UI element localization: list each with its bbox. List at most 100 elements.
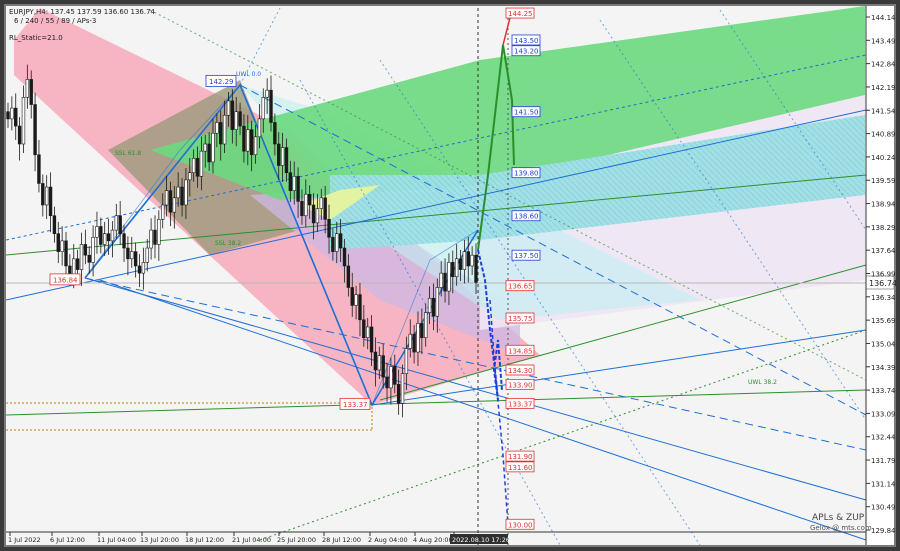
candle-body: [257, 118, 262, 138]
candle-body: [269, 89, 273, 123]
candle-body: [474, 254, 478, 283]
red-level-label: 135.75: [508, 315, 533, 323]
price-tick-label: 135.69: [871, 317, 896, 325]
candle-body: [350, 287, 354, 306]
price-tick-label: 136.34: [871, 294, 896, 302]
time-tick-label: 4 Aug 20:00: [413, 536, 453, 544]
candle-body: [161, 204, 165, 220]
candle-body: [226, 100, 231, 116]
candle-body: [346, 265, 351, 288]
price-tick-label: 138.29: [871, 224, 896, 232]
candle-body: [400, 373, 405, 404]
candle-body: [126, 247, 130, 260]
candle-body: [48, 186, 53, 217]
candle-body: [64, 240, 68, 267]
candle-body: [17, 125, 22, 145]
time-tick-label: 11 Jul 04:00: [97, 536, 136, 544]
candle-body: [273, 122, 277, 145]
pivot-label: 136.84: [53, 276, 78, 284]
candle-body: [41, 183, 45, 206]
price-tick-label: 131.14: [871, 480, 896, 488]
candle-body: [396, 384, 401, 404]
current-price-label: 136.74: [869, 279, 897, 288]
candle-body: [33, 104, 37, 156]
candle-body: [431, 297, 436, 317]
price-tick-label: 133.74: [871, 387, 896, 395]
candle-body: [354, 294, 358, 306]
price-tick-label: 137.64: [871, 247, 896, 255]
candle-body: [102, 233, 107, 245]
time-tick-label: 21 Jul 04:00: [232, 536, 271, 544]
candle-body: [44, 186, 49, 206]
candle-body: [249, 129, 254, 156]
blue-level-label: 137.50: [514, 252, 539, 260]
blue-level-label: 143.50: [514, 37, 539, 45]
red-level-label: 134.30: [508, 367, 533, 375]
time-tick-label: 18 Jul 12:00: [185, 536, 224, 544]
red-level-label: 136.65: [508, 283, 533, 291]
candle-body: [466, 251, 470, 267]
blue-level-label: 138.60: [514, 213, 539, 221]
candle-body: [454, 258, 459, 278]
candle-body: [211, 132, 215, 163]
params-line: 6 / 240 / 55 / 89 / APs-3: [14, 17, 96, 25]
candle-body: [91, 236, 95, 263]
candle-body: [261, 97, 265, 120]
red-level-label: 133.37: [508, 400, 533, 408]
candle-body: [304, 193, 308, 217]
candle-body: [300, 201, 304, 217]
fan-label: SSL 38.2: [215, 240, 241, 247]
candle-body: [408, 333, 412, 349]
price-tick-label: 141.54: [871, 107, 896, 115]
candle-body: [323, 197, 327, 220]
candle-body: [180, 186, 184, 206]
candle-body: [145, 247, 149, 263]
candle-body: [14, 107, 18, 127]
candle-body: [393, 366, 397, 385]
time-tick-label: 25 Jul 20:00: [277, 536, 316, 544]
crosshair-time-label: 2022.08.10 17:26: [452, 536, 510, 544]
candle-body: [37, 154, 41, 184]
time-tick-label: 28 Jul 12:00: [322, 536, 361, 544]
candle-body: [118, 215, 122, 234]
blue-level-label: 141.50: [514, 109, 539, 117]
candle-body: [416, 323, 420, 353]
price-tick-label: 142.19: [871, 84, 896, 92]
red-level-label: 144.25: [508, 10, 533, 18]
candle-body: [238, 111, 242, 127]
price-tick-label: 133.09: [871, 410, 896, 418]
price-tick-label: 144.14: [871, 14, 896, 22]
candle-body: [157, 219, 161, 245]
candle-body: [366, 326, 370, 339]
candle-body: [377, 355, 382, 371]
price-tick-label: 140.24: [871, 154, 896, 162]
red-level-label: 130.00: [508, 521, 533, 529]
candle-body: [462, 251, 467, 270]
candle-body: [164, 190, 169, 206]
candle-body: [153, 229, 157, 245]
candle-body: [443, 272, 447, 292]
candle-body: [141, 262, 146, 274]
candle-body: [385, 376, 389, 389]
candle-body: [284, 147, 289, 173]
candle-body: [207, 143, 211, 163]
red-level-label: 131.90: [508, 453, 533, 461]
candle-body: [215, 122, 219, 134]
time-tick-label: 2 Aug 04:00: [368, 536, 408, 544]
candle-body: [381, 355, 385, 378]
candle-body: [133, 251, 138, 267]
price-tick-label: 143.49: [871, 37, 896, 45]
pivot-label: 142.29: [209, 78, 234, 86]
price-tick-label: 139.59: [871, 177, 896, 185]
candle-body: [230, 100, 235, 130]
watermark-subtitle: Gelox @ mts.com: [810, 524, 872, 532]
candle-body: [288, 172, 293, 191]
candle-body: [342, 247, 347, 267]
candle-body: [168, 190, 173, 213]
candle-body: [404, 348, 409, 374]
candle-body: [439, 272, 443, 288]
candle-body: [424, 312, 428, 339]
candle-body: [110, 229, 115, 242]
blue-level-label: 143.20: [514, 48, 539, 56]
price-tick-label: 140.89: [871, 131, 896, 139]
